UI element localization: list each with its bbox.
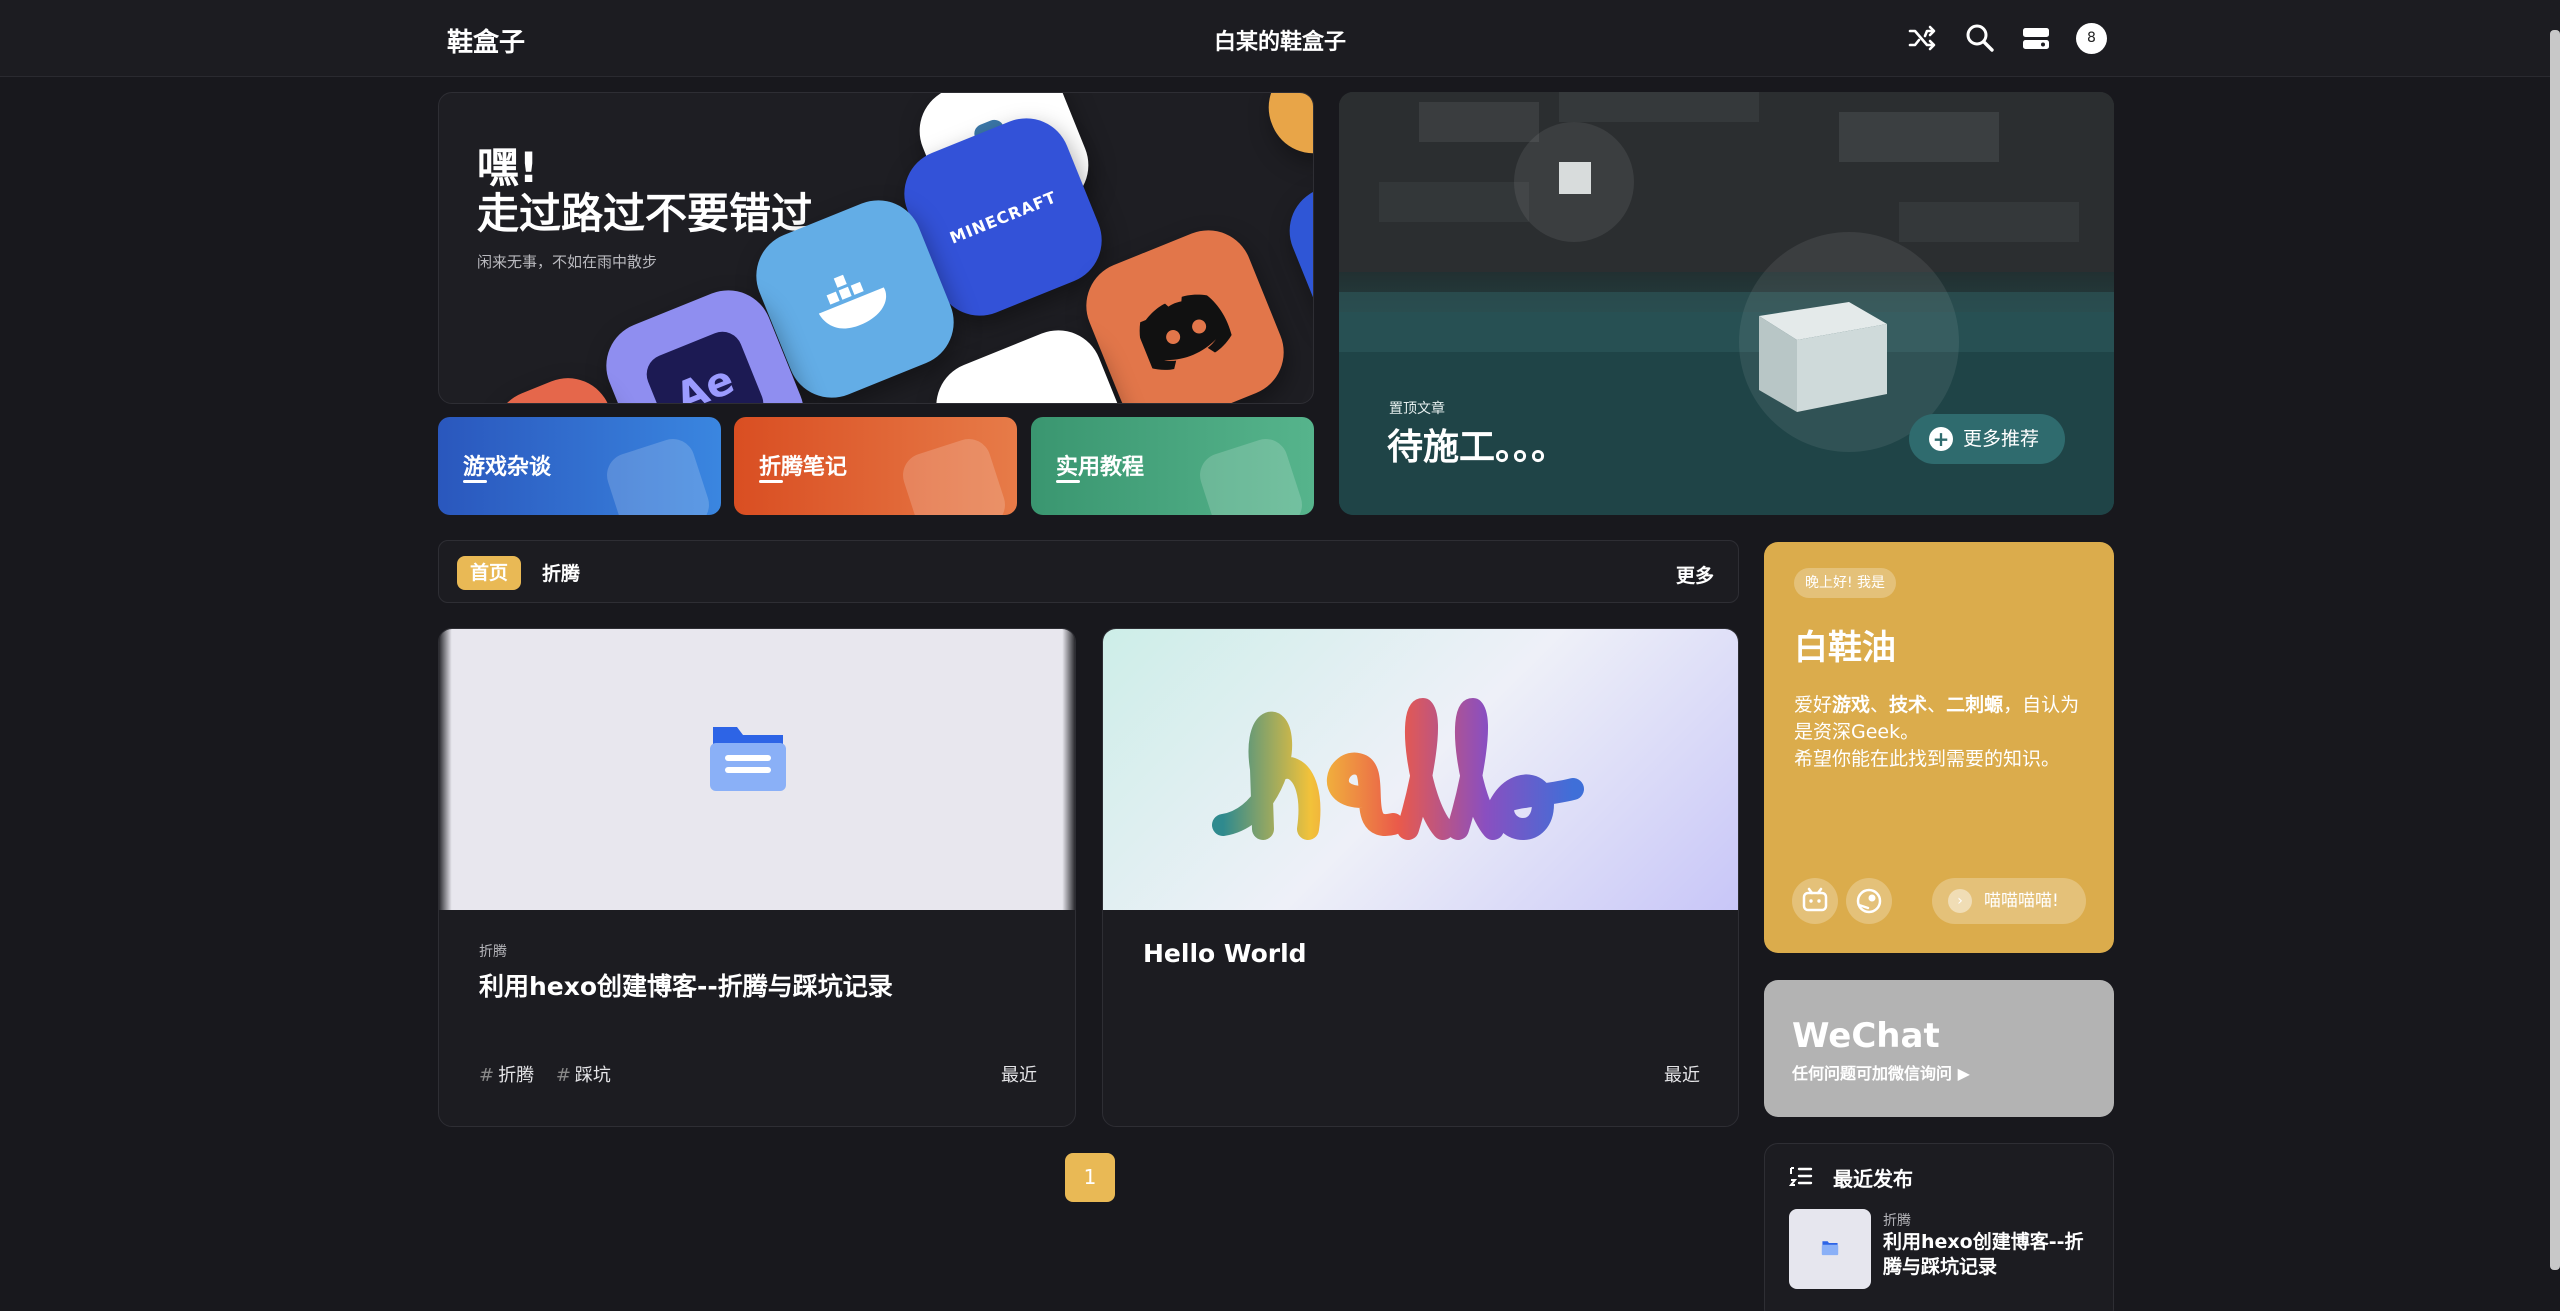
desc-line2: 希望你能在此找到需要的知识。 xyxy=(1794,748,2061,770)
author-description: 爱好游戏、技术、二刺螈，自认为是资深Geek。 希望你能在此找到需要的知识。 xyxy=(1794,692,2094,773)
more-recommendations-label: 更多推荐 xyxy=(1963,428,2040,450)
category-underline xyxy=(759,480,783,483)
hash-icon: # xyxy=(555,1065,571,1086)
tutorial-deco-icon xyxy=(1194,433,1308,515)
minecraft-label: MINECRAFT xyxy=(946,186,1060,248)
recent-post-title[interactable]: 利用hexo创建博客--折腾与踩坑记录 xyxy=(1883,1230,2093,1280)
category-label: 折腾笔记 xyxy=(759,455,848,480)
hero-title: 嘿! 走过路过不要错过 xyxy=(477,145,813,237)
category-underline xyxy=(463,480,487,483)
recent-post-thumbnail[interactable] xyxy=(1789,1209,1871,1289)
author-profile-card: 晚上好! 我是 白鞋油 爱好游戏、技术、二刺螈，自认为是资深Geek。 希望你能… xyxy=(1764,542,2114,953)
post-title[interactable]: Hello World xyxy=(1143,939,1307,968)
category-tutorials[interactable]: 实用教程 xyxy=(1031,417,1314,515)
site-title[interactable]: 白某的鞋盒子 xyxy=(0,24,2560,56)
meow-label: 喵喵喵喵! xyxy=(1984,891,2059,911)
tab-home[interactable]: 首页 xyxy=(457,556,521,590)
greeting-pill: 晚上好! 我是 xyxy=(1794,568,1897,598)
post-category[interactable]: 折腾 xyxy=(479,941,507,961)
plus-icon: + xyxy=(1929,427,1953,451)
post-title[interactable]: 利用hexo创建博客--折腾与踩坑记录 xyxy=(479,967,893,1003)
search-icon[interactable] xyxy=(1964,22,1996,54)
hello-lettering xyxy=(1212,698,1584,840)
game-deco-icon xyxy=(601,433,715,515)
ae-inner: Ae xyxy=(640,325,770,404)
featured-post-banner[interactable]: 置顶文章 待施工。。。 + 更多推荐 xyxy=(1339,92,2114,515)
tag-label: 折腾 xyxy=(498,1065,535,1086)
post-date: 最近 xyxy=(1001,1065,1037,1086)
list-icon xyxy=(1789,1167,1813,1186)
orange-app-icon xyxy=(1255,93,1313,167)
post-card[interactable]: 折腾 利用hexo创建博客--折腾与踩坑记录 # 折腾 # 踩坑 最近 xyxy=(438,628,1076,1127)
tag-item[interactable]: # 踩坑 xyxy=(556,1065,611,1086)
tag-label: 踩坑 xyxy=(574,1065,611,1086)
pagination-page-1[interactable]: 1 xyxy=(1065,1153,1115,1202)
hero-banner: 嘿! 走过路过不要错过 闲来无事，不如在雨中散步 MINECRAFT Ae xyxy=(438,92,1314,404)
shuffle-icon[interactable] xyxy=(1906,22,1938,54)
category-game-talk[interactable]: 游戏杂谈 xyxy=(438,417,721,515)
hero-title-line1: 嘿! xyxy=(477,143,539,192)
desc-text: 爱好 xyxy=(1794,694,1833,716)
folder-icon xyxy=(710,727,786,791)
category-tinkering-notes[interactable]: 折腾笔记 xyxy=(734,417,1017,515)
toggle-icon[interactable] xyxy=(2020,22,2052,54)
desc-separator: 、 xyxy=(1927,694,1947,716)
tab-more-link[interactable]: 更多 xyxy=(1676,561,1714,588)
category-underline xyxy=(1056,480,1080,483)
category-tab-bar: 首页 折腾 更多 xyxy=(438,540,1739,603)
category-label: 游戏杂谈 xyxy=(463,455,552,480)
blue-app-icon xyxy=(1276,150,1313,346)
tab-tinkering[interactable]: 折腾 xyxy=(542,559,580,586)
post-cover xyxy=(1103,629,1738,910)
arrow-right-icon: › xyxy=(1948,889,1972,913)
wechat-subtitle: 任何问题可加微信询问 ▶ xyxy=(1792,1064,1970,1083)
hero-subtitle: 闲来无事，不如在雨中散步 xyxy=(477,253,658,271)
folder-icon xyxy=(1821,1241,1839,1256)
post-cover xyxy=(439,629,1075,910)
featured-title[interactable]: 待施工。。。 xyxy=(1387,418,1567,470)
hobby-games: 游戏 xyxy=(1832,694,1871,716)
steam-icon xyxy=(1856,888,1882,914)
recent-heading: 最近发布 xyxy=(1833,1167,1913,1191)
post-tags: # 折腾 # 踩坑 xyxy=(479,1061,611,1087)
hero-title-line2: 走过路过不要错过 xyxy=(477,189,814,238)
recent-post-category[interactable]: 折腾 xyxy=(1883,1210,1911,1230)
tag-item[interactable]: # 折腾 xyxy=(479,1065,534,1086)
hash-icon: # xyxy=(479,1065,495,1086)
wechat-card[interactable]: WeChat 任何问题可加微信询问 ▶ xyxy=(1764,980,2114,1117)
page-scrollbar[interactable] xyxy=(2550,30,2560,1270)
meow-button[interactable]: › 喵喵喵喵! xyxy=(1932,878,2086,924)
top-nav-bar: 鞋盒子 白某的鞋盒子 8 xyxy=(0,0,2560,77)
bilibili-button[interactable] xyxy=(1792,878,1838,924)
hobby-acg: 二刺螈 xyxy=(1946,694,2004,716)
desc-separator: 、 xyxy=(1870,694,1890,716)
more-recommendations-button[interactable]: + 更多推荐 xyxy=(1909,414,2065,464)
steam-button[interactable] xyxy=(1846,878,1892,924)
featured-label: 置顶文章 xyxy=(1389,401,1445,417)
notes-deco-icon xyxy=(897,433,1011,515)
author-name: 白鞋油 xyxy=(1794,628,1896,668)
wechat-title: WeChat xyxy=(1792,1016,1940,1056)
category-label: 实用教程 xyxy=(1056,455,1145,480)
recent-posts-widget: 最近发布 折腾 利用hexo创建博客--折腾与踩坑记录 xyxy=(1764,1143,2114,1311)
post-card[interactable]: Hello World 最近 xyxy=(1102,628,1739,1127)
count-badge[interactable]: 8 xyxy=(2076,23,2107,54)
post-date: 最近 xyxy=(1664,1065,1700,1086)
hobby-tech: 技术 xyxy=(1889,694,1928,716)
ae-label: Ae xyxy=(669,356,741,404)
bilibili-icon xyxy=(1802,887,1828,912)
